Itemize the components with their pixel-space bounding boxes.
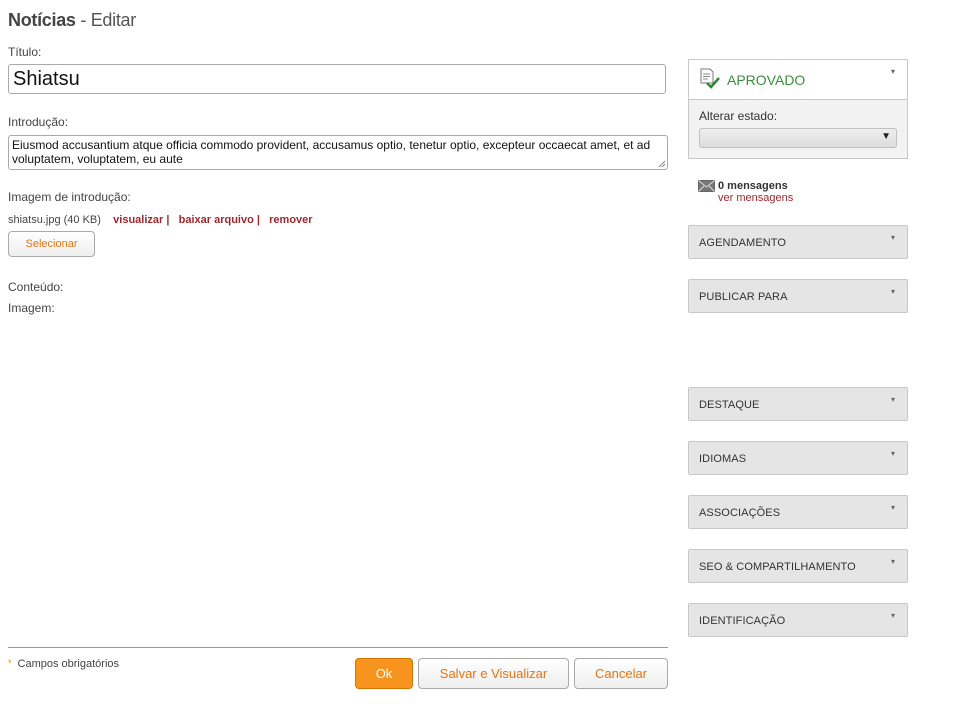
panel-label: ASSOCIAÇÕES (699, 507, 781, 519)
panel-label: IDIOMAS (699, 453, 747, 465)
panel-idiomas[interactable]: IDIOMAS ▾ (688, 441, 908, 475)
panel-associacoes[interactable]: ASSOCIAÇÕES ▾ (688, 495, 908, 529)
state-select[interactable]: ▼ (699, 128, 897, 148)
status-label: APROVADO (727, 72, 806, 88)
panel-label: PUBLICAR PARA (699, 291, 788, 303)
expand-icon: ▾ (890, 611, 895, 620)
panel-publicar-para[interactable]: PUBLICAR PARA ▾ (688, 279, 908, 313)
expand-icon: ▾ (890, 503, 895, 512)
title-label: Título: (8, 45, 42, 59)
approved-document-icon (700, 68, 720, 89)
intro-image-label: Imagem de introdução: (8, 190, 131, 204)
expand-icon: ▾ (890, 557, 895, 566)
file-row: shiatsu.jpg (40 KB) visualizar | baixar … (8, 214, 313, 226)
view-link[interactable]: visualizar | (113, 214, 169, 226)
remove-link[interactable]: remover (269, 214, 312, 226)
envelope-icon (698, 180, 715, 192)
ok-button[interactable]: Ok (355, 658, 413, 689)
save-view-button[interactable]: Salvar e Visualizar (418, 658, 569, 689)
content-label: Conteúdo: (8, 280, 64, 294)
page-title-sub: - Editar (75, 10, 136, 30)
select-button[interactable]: Selecionar (8, 231, 95, 257)
expand-icon: ▾ (890, 395, 895, 404)
title-input[interactable]: Shiatsu (8, 64, 666, 94)
image-label: Imagem: (8, 301, 55, 315)
expand-icon: ▾ (890, 287, 895, 296)
panel-agendamento[interactable]: AGENDAMENTO ▾ (688, 225, 908, 259)
status-collapse-icon[interactable]: ▾ (891, 67, 895, 76)
panel-destaque[interactable]: DESTAQUE ▾ (688, 387, 908, 421)
footer-divider (8, 647, 668, 648)
panel-label: AGENDAMENTO (699, 237, 787, 249)
view-messages-link[interactable]: ver mensagens (718, 192, 793, 204)
expand-icon: ▾ (890, 233, 895, 242)
intro-textarea[interactable]: Eiusmod accusantium atque officia commod… (8, 135, 668, 170)
panel-label: IDENTIFICAÇÃO (699, 615, 786, 627)
required-note-text: Campos obrigatórios (17, 658, 120, 670)
cancel-button[interactable]: Cancelar (574, 658, 668, 689)
page-title: Notícias - Editar (8, 10, 136, 31)
required-marker: * (8, 658, 12, 668)
change-state-label: Alterar estado: (699, 109, 778, 123)
intro-text: Eiusmod accusantium atque officia commod… (12, 138, 651, 166)
panel-label: DESTAQUE (699, 399, 760, 411)
resize-grip-icon[interactable] (658, 160, 666, 168)
file-info: shiatsu.jpg (40 KB) (8, 214, 101, 226)
required-note: * Campos obrigatórios (8, 658, 119, 670)
page-title-main: Notícias (8, 10, 76, 30)
chevron-down-icon: ▼ (881, 131, 891, 142)
status-header[interactable]: APROVADO ▾ (689, 60, 907, 100)
expand-icon: ▾ (890, 449, 895, 458)
messages-count: 0 mensagens (718, 180, 788, 192)
status-body: Alterar estado: ▼ (689, 100, 907, 158)
panel-identificacao[interactable]: IDENTIFICAÇÃO ▾ (688, 603, 908, 637)
download-link[interactable]: baixar arquivo | (179, 214, 260, 226)
status-box: APROVADO ▾ Alterar estado: ▼ (688, 59, 908, 159)
panel-label: SEO & COMPARTILHAMENTO (699, 561, 856, 573)
intro-label: Introdução: (8, 115, 69, 129)
panel-seo-compartilhamento[interactable]: SEO & COMPARTILHAMENTO ▾ (688, 549, 908, 583)
